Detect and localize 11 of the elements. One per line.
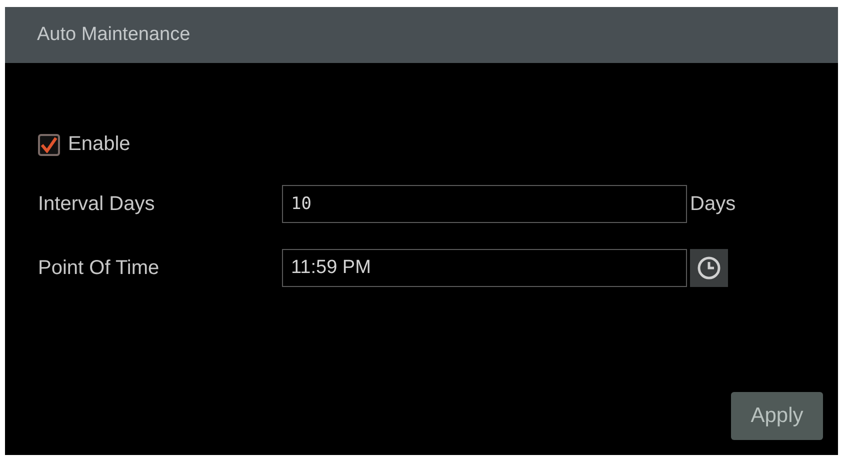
field-label: Point Of Time xyxy=(38,256,160,280)
input-field[interactable]: 10 xyxy=(282,185,687,223)
clock-button[interactable] xyxy=(690,249,728,287)
dialog-title: Auto Maintenance xyxy=(37,24,190,46)
enable-checkbox[interactable] xyxy=(38,134,60,156)
clock-icon xyxy=(698,256,720,280)
field-label: Interval Days xyxy=(38,192,156,216)
unit-label: Days xyxy=(690,192,736,216)
input-field[interactable]: 11:59 PM xyxy=(282,249,687,287)
apply-button[interactable]: Apply xyxy=(731,392,823,440)
enable-label: Enable xyxy=(68,133,130,156)
